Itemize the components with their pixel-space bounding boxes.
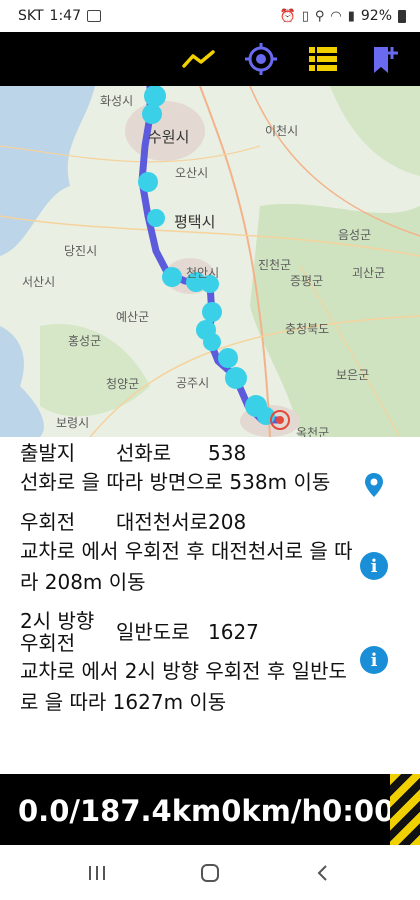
wifi-icon: ◠	[330, 8, 342, 24]
turn-label: 우회전	[20, 510, 76, 534]
distance-label: 1627	[208, 620, 259, 644]
step-header: 2시 방향 우회전 일반도로 1627	[20, 610, 360, 654]
directions-list[interactable]: 출발지 선화로 538 선화로 을 따라 방면으로 538m 이동 우회전 대전…	[0, 437, 420, 774]
map-label: 예산군	[116, 310, 150, 324]
map-label: 천안시	[186, 266, 220, 280]
map-label: 공주시	[176, 376, 210, 390]
location-pin-icon[interactable]	[360, 471, 388, 499]
distance-label: 538	[208, 441, 247, 465]
list-item[interactable]: 2시 방향 우회전 일반도로 1627 교차로 에서 2시 방향 우회전 후 일…	[0, 606, 420, 726]
step-description: 교차로 에서 2시 방향 우회전 후 일반도로 을 따라 1627m 이동	[20, 659, 347, 714]
carrier-label: SKT	[18, 8, 44, 24]
list-item[interactable]: 출발지 선화로 538 선화로 을 따라 방면으로 538m 이동	[0, 437, 420, 506]
step-description: 선화로 을 따라 방면으로 538m 이동	[20, 470, 331, 494]
gallery-notification-icon	[87, 10, 101, 22]
turn-label: 2시 방향 우회전	[20, 609, 95, 655]
map-label: 평택시	[174, 213, 216, 231]
map-label: 당진시	[64, 244, 98, 258]
map-label: 오산시	[175, 166, 209, 180]
map-label: 음성군	[338, 228, 372, 242]
map-label: 괴산군	[352, 266, 386, 280]
clock: 1:47	[49, 8, 81, 24]
location-status-icon: ⚲	[314, 8, 325, 24]
map-label: 옥천군	[296, 426, 330, 437]
info-icon[interactable]: i	[360, 552, 388, 580]
status-bar: SKT 1:47 ⏰ ▯ ⚲ ◠ ▮ 92%	[0, 0, 420, 32]
map-label: 충청북도	[285, 322, 330, 336]
back-icon[interactable]	[303, 853, 343, 893]
route-map[interactable]: 수원시 이천시 오산시 평택시 음성군 당진시 진천군 괴산군 서산시 증평군 …	[0, 86, 420, 437]
map-label: 진천군	[258, 258, 292, 272]
map-label: 홍성군	[68, 334, 102, 348]
vibrate-icon: ▯	[301, 8, 309, 24]
locate-target-icon[interactable]	[244, 42, 278, 76]
bookmark-add-icon[interactable]	[368, 42, 402, 76]
list-icon[interactable]	[306, 42, 340, 76]
map-label: 서산시	[22, 275, 56, 289]
system-nav-bar	[0, 845, 420, 900]
trip-summary-text: 0.0/187.4km0km/h0:00/4:1	[18, 794, 420, 828]
status-right: ⏰ ▯ ⚲ ◠ ▮ 92%	[279, 8, 406, 24]
hazard-stripe-decoration	[390, 774, 420, 845]
map-label: 화성시	[100, 94, 134, 108]
map-label: 증평군	[290, 274, 324, 288]
map-label: 보은군	[336, 368, 370, 382]
trip-summary-bar: 0.0/187.4km0km/h0:00/4:1	[0, 774, 420, 845]
road-label: 선화로	[116, 441, 172, 465]
app-toolbar	[0, 32, 420, 86]
home-icon[interactable]	[190, 853, 230, 893]
distance-label: 208	[208, 510, 247, 534]
status-left: SKT 1:47	[18, 8, 101, 24]
road-label: 대전천서로	[116, 510, 208, 534]
recent-apps-icon[interactable]	[77, 853, 117, 893]
list-item[interactable]: 우회전 대전천서로 208 교차로 에서 우회전 후 대전천서로 을 따라 20…	[0, 506, 420, 606]
battery-percent: 92%	[360, 8, 392, 24]
map-label: 수원시	[148, 128, 190, 146]
map-label: 청양군	[106, 377, 140, 391]
turn-label: 출발지	[20, 441, 76, 465]
alarm-icon: ⏰	[279, 8, 296, 24]
info-icon[interactable]: i	[360, 646, 388, 674]
chart-line-icon[interactable]	[182, 42, 216, 76]
step-description: 교차로 에서 우회전 후 대전천서로 을 따라 208m 이동	[20, 539, 353, 594]
battery-icon	[398, 9, 406, 23]
step-header: 출발지 선화로 538	[20, 441, 360, 465]
map-label: 이천시	[265, 124, 299, 138]
signal-icon: ▮	[347, 8, 355, 24]
map-label: 보령시	[56, 416, 90, 430]
map-canvas[interactable]	[0, 86, 420, 437]
road-label: 일반도로	[116, 620, 190, 644]
step-header: 우회전 대전천서로 208	[20, 510, 360, 534]
